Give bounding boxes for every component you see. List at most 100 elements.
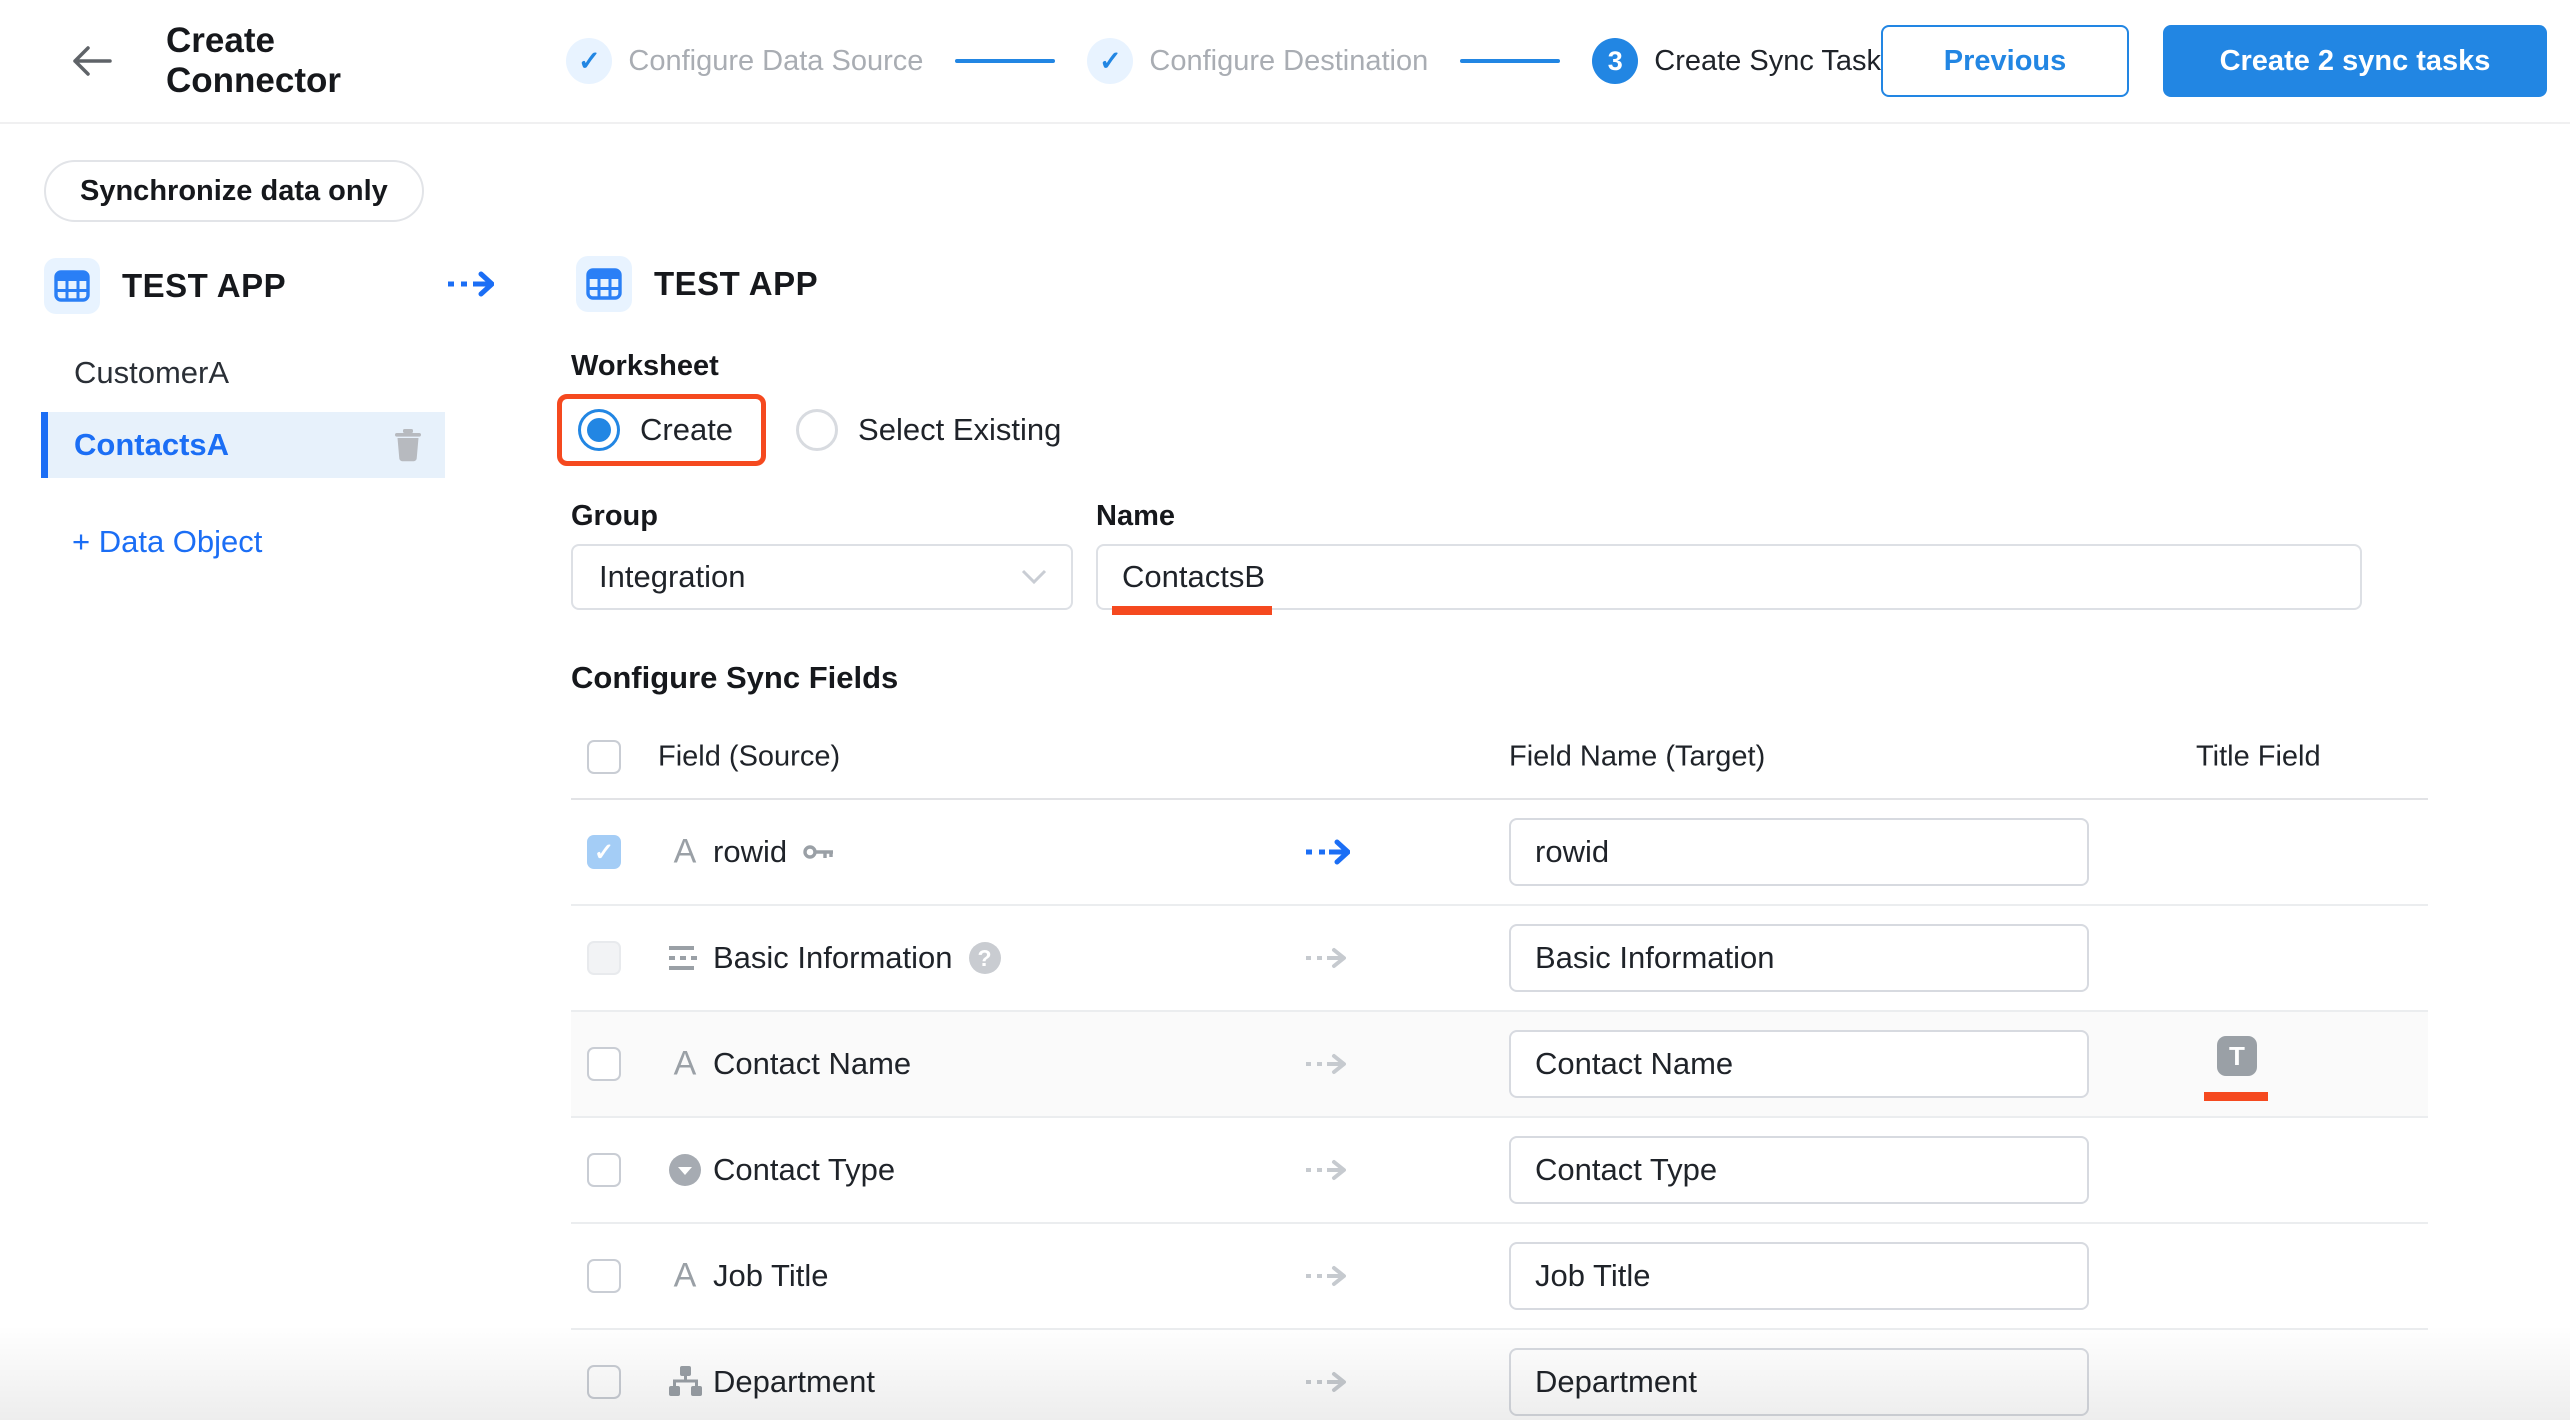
row-checkbox[interactable]	[587, 1153, 621, 1187]
text-field-type-icon: A	[663, 1045, 707, 1084]
column-header-source: Field (Source)	[658, 741, 840, 774]
add-data-object-button[interactable]: + Data Object	[72, 524, 262, 560]
select-all-checkbox[interactable]	[587, 740, 621, 774]
column-header-title-field: Title Field	[2196, 741, 2321, 774]
create-radio-label[interactable]: Create	[640, 412, 733, 448]
create-radio[interactable]	[578, 409, 620, 451]
mapping-arrow-icon	[1304, 1159, 1346, 1181]
step-connector-line	[1460, 59, 1560, 63]
help-icon[interactable]: ?	[969, 942, 1001, 974]
field-target-input[interactable]	[1509, 1136, 2089, 1204]
configure-sync-fields-label: Configure Sync Fields	[571, 660, 898, 696]
field-target-input[interactable]	[1509, 924, 2089, 992]
table-row-contact-type: Contact Type	[571, 1118, 2428, 1224]
trash-icon	[393, 428, 423, 462]
text-field-type-icon: A	[663, 833, 707, 872]
step-create-sync-task: 3 Create Sync Task	[1592, 38, 1881, 84]
target-input-wrap	[1509, 818, 2089, 886]
table-row-department: Department	[571, 1330, 2428, 1420]
table-row-job-title: A Job Title	[571, 1224, 2428, 1330]
sidebar: Synchronize data only TEST APP	[0, 124, 505, 1420]
table-header-row: Field (Source) Field Name (Target) Title…	[571, 716, 2428, 800]
page-title: Create Connector	[166, 21, 431, 101]
field-target-input[interactable]	[1509, 818, 2089, 886]
sidebar-item-customera[interactable]: CustomerA	[74, 340, 229, 406]
row-checkbox-checked: ✓	[587, 835, 621, 869]
sidebar-app-row: TEST APP	[44, 258, 494, 314]
target-input-wrap	[1509, 924, 2089, 992]
wizard-stepper: ✓ Configure Data Source ✓ Configure Dest…	[566, 38, 1881, 84]
column-header-target: Field Name (Target)	[1509, 741, 1765, 774]
field-target-input[interactable]	[1509, 1242, 2089, 1310]
name-label: Name	[1096, 500, 1175, 533]
previous-button[interactable]: Previous	[1881, 25, 2129, 97]
field-source-label: Contact Type	[713, 1152, 895, 1188]
main-panel: TEST APP Worksheet Create Select Existin…	[571, 124, 2570, 1420]
create-sync-tasks-button[interactable]: Create 2 sync tasks	[2163, 25, 2547, 97]
back-button[interactable]	[70, 45, 114, 77]
table-row-contact-name: A Contact Name T	[571, 1012, 2428, 1118]
chevron-down-icon	[1021, 569, 1047, 585]
create-radio-highlight-box: Create	[557, 394, 766, 466]
destination-app-row: TEST APP	[576, 256, 818, 312]
select-existing-radio-label[interactable]: Select Existing	[858, 412, 1061, 448]
sidebar-item-contactsa[interactable]: ContactsA	[41, 412, 445, 478]
step-connector-line	[955, 59, 1055, 63]
sidebar-item-label: ContactsA	[74, 427, 229, 463]
step-label: Create Sync Task	[1654, 45, 1881, 78]
select-existing-radio[interactable]	[796, 409, 838, 451]
group-label: Group	[571, 500, 658, 533]
header: Create Connector ✓ Configure Data Source…	[0, 0, 2570, 124]
step-number: 3	[1592, 38, 1638, 84]
row-checkbox[interactable]	[587, 1259, 621, 1293]
back-arrow-icon	[70, 45, 114, 77]
worksheet-name-input[interactable]	[1096, 544, 2362, 610]
target-input-wrap	[1509, 1136, 2089, 1204]
step-configure-destination: ✓ Configure Destination	[1087, 38, 1428, 84]
destination-app-name: TEST APP	[654, 265, 818, 303]
field-target-input[interactable]	[1509, 1030, 2089, 1098]
title-field-badge[interactable]: T	[2217, 1036, 2257, 1076]
field-source-label: Contact Name	[713, 1046, 911, 1082]
target-input-wrap	[1509, 1030, 2089, 1098]
field-target-input[interactable]	[1509, 1348, 2089, 1416]
field-source-label: Department	[713, 1364, 875, 1400]
mapping-arrow-icon	[1304, 1053, 1346, 1075]
delete-object-button[interactable]	[393, 428, 423, 462]
step-configure-data-source: ✓ Configure Data Source	[566, 38, 923, 84]
section-field-type-icon	[663, 945, 707, 971]
mapping-arrow-icon	[1304, 947, 1346, 969]
create-connector-page: Create Connector ✓ Configure Data Source…	[0, 0, 2570, 1420]
worksheet-label: Worksheet	[571, 350, 719, 383]
text-field-type-icon: A	[663, 1257, 707, 1296]
table-row-rowid: ✓ A rowid	[571, 800, 2428, 906]
sidebar-app-name: TEST APP	[122, 267, 286, 305]
name-input-wrap	[1096, 544, 2362, 610]
table-app-icon	[44, 258, 100, 314]
sync-fields-table: Field (Source) Field Name (Target) Title…	[571, 716, 2428, 1420]
select-existing-option: Select Existing	[796, 409, 1061, 451]
primary-key-icon	[803, 841, 835, 863]
step-done-check-icon: ✓	[1087, 38, 1133, 84]
annotation-underline	[1112, 606, 1272, 615]
field-source-label: Basic Information	[713, 940, 953, 976]
step-label: Configure Data Source	[628, 45, 923, 78]
step-label: Configure Destination	[1149, 45, 1428, 78]
table-row-basic-information: Basic Information ?	[571, 906, 2428, 1012]
group-select[interactable]: Integration	[571, 544, 1073, 610]
department-field-type-icon	[663, 1365, 707, 1399]
group-select-value: Integration	[599, 559, 746, 595]
mapping-arrow-icon	[1304, 1265, 1346, 1287]
table-app-icon	[576, 256, 632, 312]
row-checkbox[interactable]	[587, 1047, 621, 1081]
header-actions: Previous Create 2 sync tasks	[1881, 25, 2547, 97]
selected-indicator-bar	[41, 412, 48, 478]
field-source-label: rowid	[713, 834, 787, 870]
field-source-label: Job Title	[713, 1258, 828, 1294]
select-field-type-icon	[663, 1153, 707, 1187]
mapping-arrow-icon	[1304, 1371, 1346, 1393]
row-checkbox-disabled	[587, 941, 621, 975]
target-input-wrap	[1509, 1348, 2089, 1416]
row-checkbox[interactable]	[587, 1365, 621, 1399]
worksheet-radio-group: Create Select Existing	[557, 394, 1061, 466]
